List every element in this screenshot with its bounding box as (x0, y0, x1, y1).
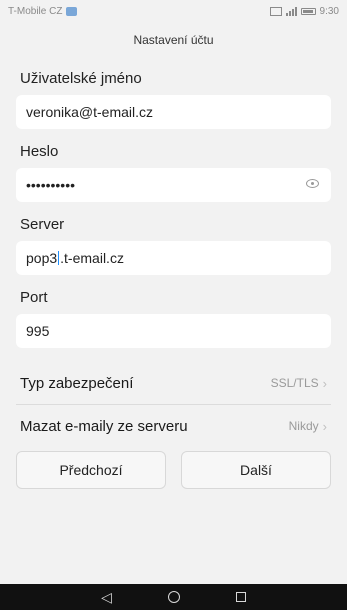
status-bar: T-Mobile CZ 9:30 (0, 0, 347, 22)
navigation-buttons: Předchozí Další (0, 451, 347, 489)
delete-emails-label: Mazat e-maily ze serveru (20, 417, 188, 435)
port-label: Port (20, 289, 48, 306)
eye-icon[interactable] (306, 179, 319, 188)
password-field[interactable]: •••••••••• (16, 168, 331, 202)
port-value: 995 (26, 323, 50, 339)
signal-icon (285, 6, 297, 16)
home-icon[interactable] (167, 591, 180, 603)
status-right: 9:30 (269, 5, 339, 17)
delete-emails-row[interactable]: Mazat e-maily ze serveru Nikdy › (16, 405, 331, 447)
password-label: Heslo (20, 143, 59, 160)
text-cursor (58, 251, 60, 265)
gallery-icon (269, 6, 282, 16)
chevron-right-icon: › (322, 418, 327, 434)
security-type-value-container: SSL/TLS › (271, 376, 327, 391)
server-value-after-cursor: .t-email.cz (60, 250, 124, 266)
username-field[interactable]: veronika@t-email.cz (16, 95, 331, 129)
page-title: Nastavení účtu (133, 33, 214, 47)
chevron-right-icon: › (322, 375, 327, 391)
security-type-label: Typ zabezpečení (20, 374, 134, 392)
port-field[interactable]: 995 (16, 314, 331, 348)
status-time: 9:30 (319, 5, 339, 17)
android-navigation-bar: ◁ (0, 584, 347, 610)
username-value: veronika@t-email.cz (26, 104, 154, 120)
username-label: Uživatelské jméno (20, 70, 142, 87)
delete-emails-value: Nikdy (288, 419, 319, 433)
battery-icon (300, 7, 316, 15)
server-field[interactable]: pop3 .t-email.cz (16, 241, 331, 275)
carrier-name: T-Mobile CZ (8, 5, 63, 17)
security-type-row[interactable]: Typ zabezpečení SSL/TLS › (16, 362, 331, 404)
server-value-before-cursor: pop3 (26, 250, 58, 266)
security-type-value: SSL/TLS (270, 376, 319, 390)
next-button[interactable]: Další (181, 451, 331, 489)
account-settings-form: Uživatelské jméno veronika@t-email.cz He… (0, 70, 347, 447)
notification-icon (66, 6, 78, 16)
recents-icon[interactable] (235, 592, 246, 602)
page-title-bar: Nastavení účtu (0, 22, 347, 58)
status-left: T-Mobile CZ (8, 5, 78, 17)
delete-emails-value-container: Nikdy › (289, 419, 327, 434)
previous-button[interactable]: Předchozí (16, 451, 166, 489)
back-icon[interactable]: ◁ (101, 589, 112, 606)
password-value: •••••••••• (26, 177, 76, 193)
server-label: Server (20, 216, 65, 233)
